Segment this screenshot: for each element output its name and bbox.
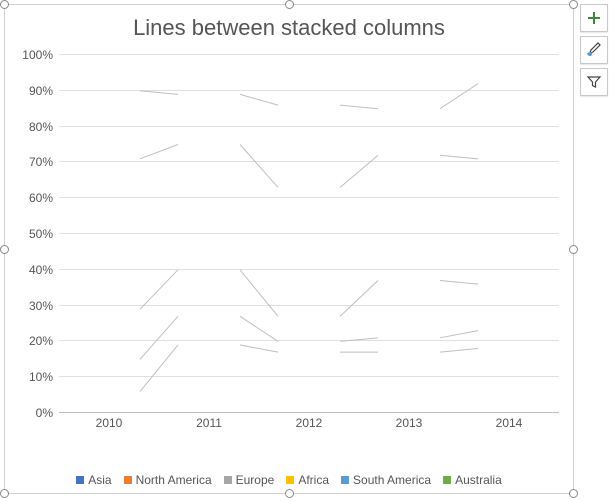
legend-item[interactable]: Africa: [286, 473, 329, 487]
legend-label: South America: [353, 473, 431, 487]
y-tick: 50%: [15, 227, 53, 241]
chart-float-buttons: [580, 4, 608, 96]
funnel-icon: [586, 74, 602, 90]
y-tick: 80%: [15, 120, 53, 134]
x-tick: 2010: [59, 413, 159, 433]
legend-item[interactable]: South America: [341, 473, 431, 487]
y-tick: 40%: [15, 263, 53, 277]
legend-label: Asia: [88, 473, 111, 487]
y-tick: 10%: [15, 370, 53, 384]
x-tick: 2013: [359, 413, 459, 433]
y-axis: 0%10%20%30%40%50%60%70%80%90%100%: [15, 55, 59, 413]
resize-handle-ml[interactable]: [0, 245, 9, 254]
legend-swatch: [341, 476, 349, 484]
legend-item[interactable]: Australia: [443, 473, 502, 487]
resize-handle-bl[interactable]: [0, 489, 9, 498]
plus-icon: [586, 10, 602, 26]
legend-label: Europe: [236, 473, 275, 487]
y-tick: 60%: [15, 191, 53, 205]
y-tick: 70%: [15, 155, 53, 169]
legend-item[interactable]: Europe: [224, 473, 275, 487]
legend-swatch: [124, 476, 132, 484]
x-tick: 2014: [459, 413, 559, 433]
legend-item[interactable]: Asia: [76, 473, 111, 487]
chart-filters-button[interactable]: [580, 68, 608, 96]
x-axis: 20102011201220132014: [59, 413, 559, 433]
plot-area[interactable]: 0%10%20%30%40%50%60%70%80%90%100% 201020…: [15, 55, 563, 433]
resize-handle-mr[interactable]: [569, 245, 578, 254]
legend[interactable]: Asia North America Europe Africa South Ameri…: [5, 473, 573, 487]
legend-swatch: [224, 476, 232, 484]
x-tick: 2011: [159, 413, 259, 433]
chart-title[interactable]: Lines between stacked columns: [5, 5, 573, 47]
legend-swatch: [286, 476, 294, 484]
chart-styles-button[interactable]: [580, 36, 608, 64]
y-tick: 0%: [15, 406, 53, 420]
chart-elements-button[interactable]: [580, 4, 608, 32]
resize-handle-br[interactable]: [569, 489, 578, 498]
paintbrush-icon: [586, 42, 602, 58]
y-tick: 20%: [15, 334, 53, 348]
resize-handle-tr[interactable]: [569, 0, 578, 9]
resize-handle-tl[interactable]: [0, 0, 9, 9]
legend-label: North America: [136, 473, 212, 487]
chart-object[interactable]: Lines between stacked columns 0% 10% 20% 30…: [4, 4, 574, 494]
y-tick: 30%: [15, 299, 53, 313]
x-tick: 2012: [259, 413, 359, 433]
resize-handle-bm[interactable]: [285, 489, 294, 498]
legend-swatch: [76, 476, 84, 484]
legend-label: Africa: [298, 473, 329, 487]
resize-handle-tm[interactable]: [285, 0, 294, 9]
legend-label: Australia: [455, 473, 502, 487]
legend-item[interactable]: North America: [124, 473, 212, 487]
y-tick: 90%: [15, 84, 53, 98]
y-tick: 100%: [15, 48, 53, 62]
legend-swatch: [443, 476, 451, 484]
